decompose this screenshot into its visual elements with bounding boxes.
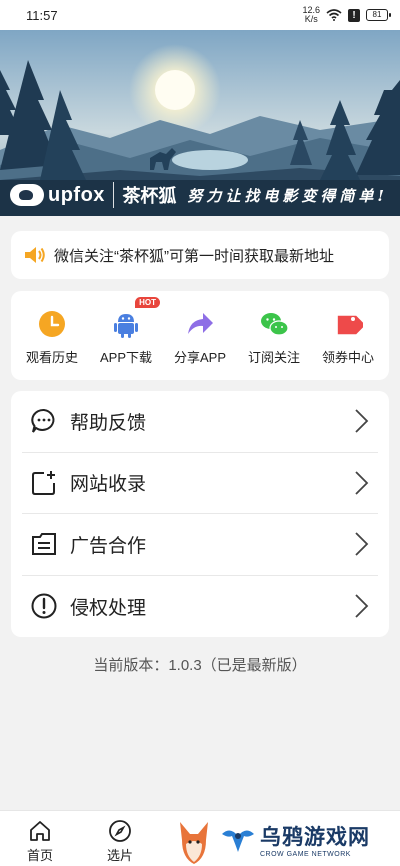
- chat-bubble-icon: [31, 409, 55, 433]
- chevron-right-icon: [355, 471, 369, 495]
- alert-circle-icon: [31, 593, 57, 619]
- brand-name-cn: 茶杯狐: [122, 186, 177, 206]
- action-label: 观看历史: [25, 350, 78, 365]
- android-icon: [114, 314, 138, 338]
- menu-item-site-submit[interactable]: 网站收录: [22, 453, 378, 514]
- action-label: 领券中心: [321, 350, 374, 365]
- watermark-cn: 乌鸦游戏网: [260, 825, 370, 849]
- brand: upfox 茶杯狐: [10, 182, 176, 208]
- fox-logo-icon: [10, 184, 44, 206]
- watermark-en: CROW GAME NETWORK: [260, 850, 351, 858]
- net-speed-unit: K/s: [304, 14, 318, 24]
- action-label: 分享APP: [173, 350, 226, 365]
- tab-label: 选片: [106, 848, 133, 863]
- chevron-right-icon: [355, 409, 369, 433]
- chevron-right-icon: [355, 594, 369, 618]
- action-coupon-center[interactable]: 领券中心: [312, 291, 384, 380]
- version-info: 当前版本：1.0.3（已是最新版）: [93, 657, 307, 674]
- notice-text: 微信关注“茶杯狐”可第一时间获取最新地址: [54, 247, 334, 265]
- wechat-icon: [261, 313, 289, 336]
- notification-alert-icon: !: [348, 8, 360, 22]
- action-share-app[interactable]: 分享APP: [164, 291, 236, 380]
- menu-label: 网站收录: [70, 474, 147, 496]
- action-subscribe[interactable]: 订阅关注: [238, 291, 310, 380]
- status-icons: 12.6 K/s ! 81: [302, 6, 391, 24]
- header-banner: upfox 茶杯狐 努力让找电影变得简单!: [0, 30, 400, 216]
- menu-label: 帮助反馈: [70, 412, 147, 434]
- ad-document-icon: [32, 533, 56, 556]
- menu-item-help-feedback[interactable]: 帮助反馈: [22, 391, 378, 453]
- status-bar: 11:57 12.6 K/s ! 81: [0, 0, 400, 30]
- battery-icon: 81: [366, 9, 391, 21]
- chevron-right-icon: [355, 532, 369, 556]
- clock-icon: [39, 311, 65, 337]
- action-label: APP下载: [99, 350, 152, 365]
- menu-label: 侵权处理: [70, 597, 147, 619]
- menu-item-ad-cooperation[interactable]: 广告合作: [22, 514, 378, 576]
- home-icon: [30, 821, 50, 841]
- brand-divider: [112, 182, 115, 208]
- wifi-icon: [326, 9, 342, 21]
- menu-label: 广告合作: [70, 535, 147, 557]
- status-time: 11:57: [26, 7, 58, 23]
- menu-item-infringement[interactable]: 侵权处理: [22, 576, 378, 638]
- coupon-tag-icon: [337, 315, 363, 335]
- slogan: 努力让找电影变得简单!: [187, 187, 388, 205]
- action-watch-history[interactable]: 观看历史: [16, 291, 88, 380]
- action-label: 订阅关注: [247, 350, 300, 365]
- share-arrow-icon: [188, 313, 213, 334]
- speaker-icon: [25, 247, 45, 263]
- net-speed: 12.6 K/s: [302, 6, 320, 24]
- fox-mascot-icon: [180, 822, 208, 864]
- compass-icon: [109, 820, 131, 842]
- settings-menu: 帮助反馈 网站收录 广告合作 侵权处理: [11, 391, 389, 637]
- hot-badge: HOT: [135, 297, 160, 308]
- add-page-icon: [32, 470, 55, 495]
- action-app-download[interactable]: HOT APP下载: [90, 291, 162, 380]
- watermark-logo: 乌鸦游戏网 CROW GAME NETWORK: [220, 816, 396, 862]
- wechat-notice-card[interactable]: 微信关注“茶杯狐”可第一时间获取最新地址: [11, 231, 389, 279]
- brand-name-en: upfox: [48, 183, 105, 206]
- quick-actions: 观看历史 HOT APP下载 分享APP 订阅关注 领券中心: [11, 291, 389, 380]
- tab-home[interactable]: 首页: [0, 811, 80, 864]
- crow-logo-icon: [222, 830, 254, 852]
- tab-label: 首页: [26, 848, 53, 863]
- tab-select-films[interactable]: 选片: [80, 811, 160, 864]
- bottom-tab-bar: 首页 选片 乌鸦游戏网 CROW GAME NETWORK: [0, 810, 400, 866]
